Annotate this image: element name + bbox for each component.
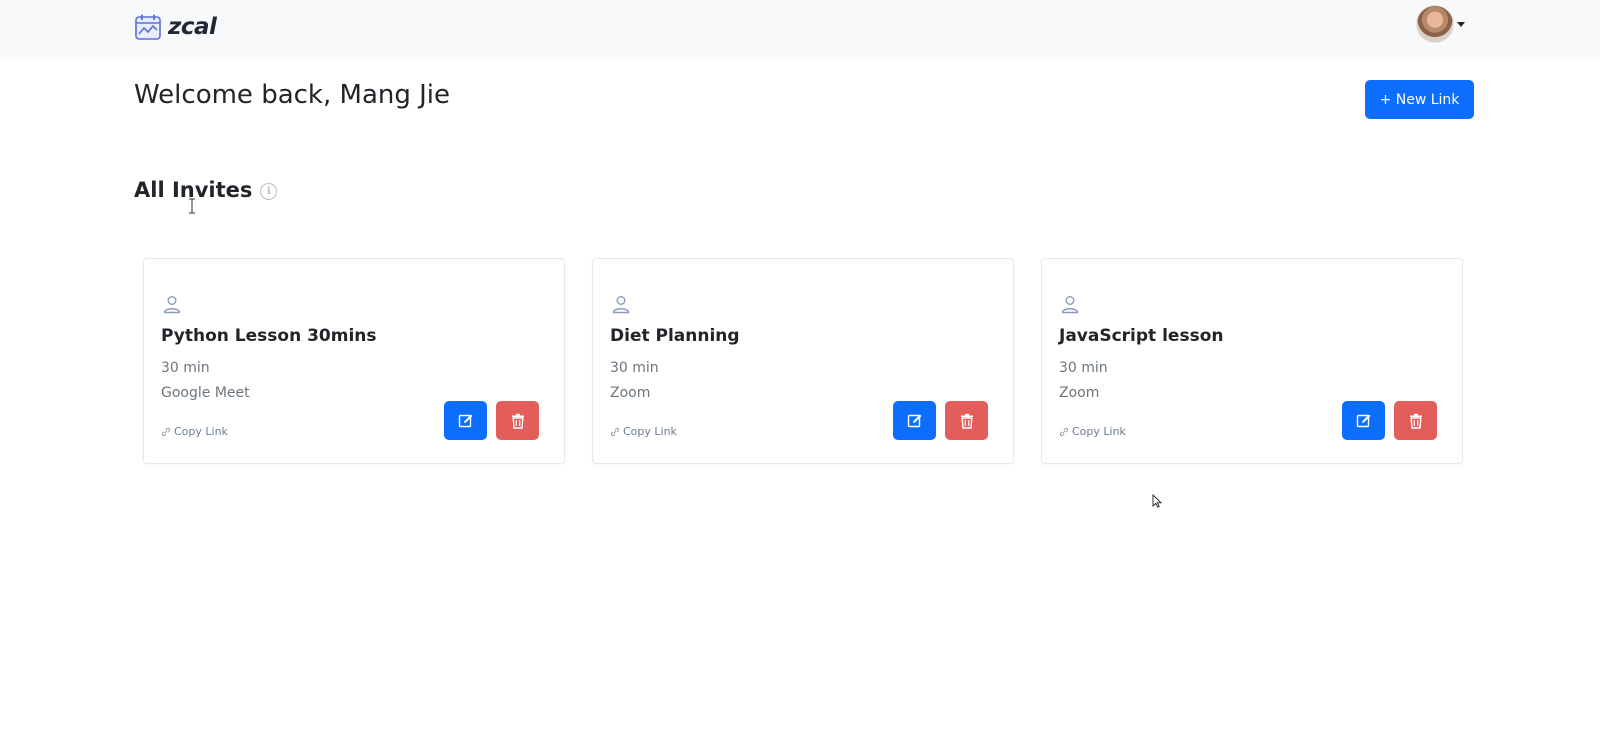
copy-link[interactable]: Copy Link — [1059, 425, 1126, 438]
edit-icon — [1356, 414, 1370, 427]
copy-link-label: Copy Link — [623, 425, 677, 438]
person-icon — [163, 296, 181, 314]
calendar-chart-icon — [135, 14, 161, 40]
invite-location: Google Meet — [161, 385, 250, 401]
link-icon — [161, 427, 171, 436]
edit-button[interactable] — [1342, 401, 1385, 440]
delete-button[interactable] — [1394, 401, 1437, 440]
new-link-button[interactable]: + New Link — [1365, 80, 1474, 119]
person-icon — [1061, 296, 1079, 314]
trash-icon — [511, 413, 524, 429]
info-circle-icon[interactable]: i — [260, 183, 278, 200]
avatar[interactable] — [1416, 5, 1454, 43]
edit-icon — [458, 414, 472, 427]
invite-title: JavaScript lesson — [1059, 326, 1224, 346]
link-icon — [610, 427, 620, 436]
mouse-pointer-icon — [1152, 494, 1162, 508]
copy-link-label: Copy Link — [174, 425, 228, 438]
section-title: All Invites i — [134, 178, 278, 202]
invite-card: Diet Planning 30 min Zoom Copy Link — [592, 258, 1014, 464]
page-title: Welcome back, Mang Jie — [134, 80, 451, 110]
edit-button[interactable] — [893, 401, 936, 440]
trash-icon — [960, 413, 973, 429]
caret-down-icon — [1457, 21, 1465, 27]
text-cursor-icon — [189, 198, 195, 214]
invite-duration: 30 min — [161, 360, 210, 376]
top-navbar: zcal — [0, 0, 1600, 57]
edit-button[interactable] — [444, 401, 487, 440]
brand-name: zcal — [168, 14, 217, 40]
invite-card: Python Lesson 30mins 30 min Google Meet … — [143, 258, 565, 464]
invite-card: JavaScript lesson 30 min Zoom Copy Link — [1041, 258, 1463, 464]
edit-icon — [907, 414, 921, 427]
trash-icon — [1409, 413, 1422, 429]
copy-link[interactable]: Copy Link — [161, 425, 228, 438]
delete-button[interactable] — [496, 401, 539, 440]
invite-title: Diet Planning — [610, 326, 740, 346]
invite-duration: 30 min — [1059, 360, 1108, 376]
brand-logo-link[interactable]: zcal — [134, 11, 217, 43]
invite-title: Python Lesson 30mins — [161, 326, 377, 346]
user-menu-toggle[interactable] — [1416, 5, 1465, 43]
invite-location: Zoom — [1059, 385, 1100, 401]
copy-link[interactable]: Copy Link — [610, 425, 677, 438]
invite-duration: 30 min — [610, 360, 659, 376]
copy-link-label: Copy Link — [1072, 425, 1126, 438]
delete-button[interactable] — [945, 401, 988, 440]
link-icon — [1059, 427, 1069, 436]
invite-location: Zoom — [610, 385, 651, 401]
person-icon — [612, 296, 630, 314]
